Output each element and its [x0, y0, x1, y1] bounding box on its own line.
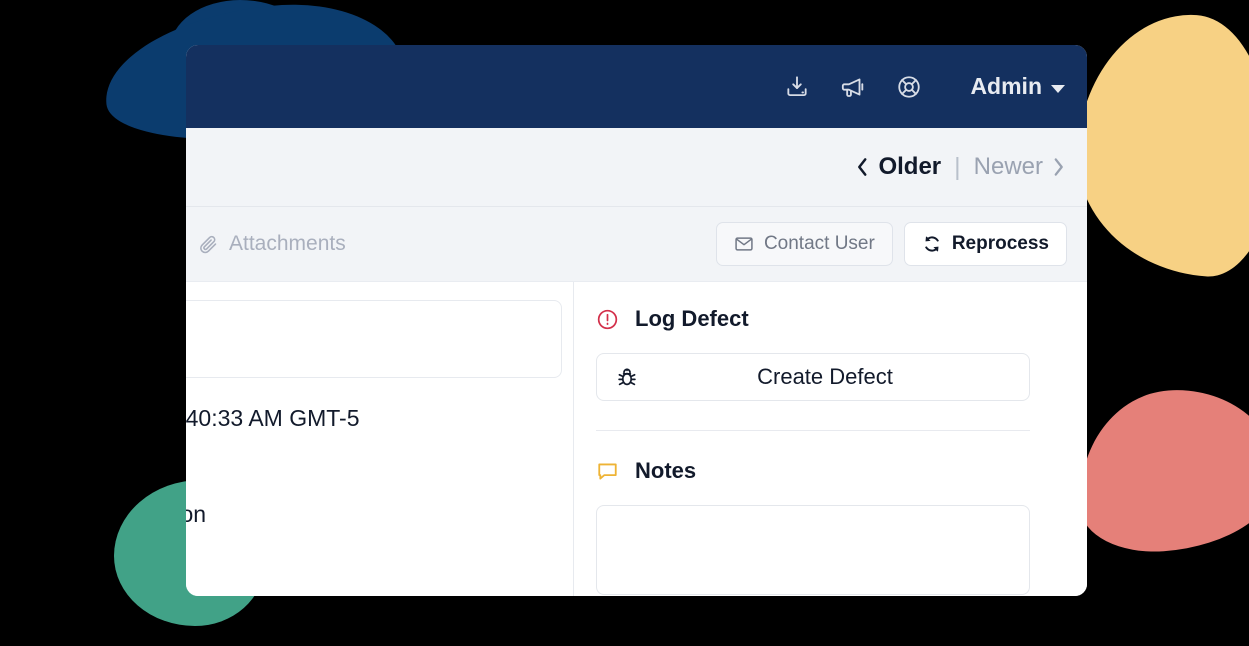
red-blob	[1072, 383, 1249, 557]
admin-account-label: Admin	[970, 73, 1042, 99]
comment-icon	[596, 460, 619, 483]
detail-field-reference-id: 000005	[186, 455, 588, 478]
chevron-down-icon	[1051, 84, 1065, 93]
detail-field-timestamp: -02-2023 8:40:33 AM GMT-5	[186, 405, 360, 431]
paperclip-icon	[198, 234, 219, 255]
envelope-icon	[734, 234, 754, 254]
pager-separator: |	[954, 152, 961, 181]
notes-title: Notes	[635, 458, 697, 483]
reprocess-button[interactable]: Reprocess	[903, 222, 1067, 266]
notes-section-header: Notes	[596, 458, 1030, 484]
log-defect-section-header: Log Defect	[596, 306, 1030, 332]
log-defect-title: Log Defect	[635, 306, 749, 331]
newer-record-button[interactable]: Newer	[974, 153, 1067, 181]
record-body: -02-2023 8:40:33 AM GMT-5 000005 cess vi…	[186, 282, 1087, 596]
reprocess-label: Reprocess	[951, 233, 1049, 254]
newer-record-label: Newer	[973, 153, 1043, 180]
record-action-buttons: Contact User Reprocess	[715, 222, 1067, 266]
lifebuoy-icon[interactable]	[896, 74, 922, 100]
bug-icon	[615, 365, 639, 389]
notes-input[interactable]	[596, 505, 1030, 595]
record-detail-pane: -02-2023 8:40:33 AM GMT-5 000005 cess vi…	[186, 282, 574, 596]
record-pager-bar: Older | Newer	[186, 128, 1087, 207]
section-divider	[596, 430, 1030, 431]
older-record-label: Older	[878, 153, 942, 180]
detail-summary-card	[186, 300, 562, 378]
topbar-actions: Admin	[784, 73, 1065, 100]
top-navigation-bar: Admin	[186, 45, 1087, 128]
tabs-and-actions-bar: Attachments Contact User Reprocess	[186, 207, 1087, 282]
older-record-button[interactable]: Older	[854, 153, 941, 181]
megaphone-icon[interactable]	[840, 74, 866, 100]
alert-circle-icon	[596, 308, 619, 331]
record-actions-pane: Log Defect Create Defect Notes	[574, 282, 1087, 596]
download-icon[interactable]	[784, 74, 810, 100]
detail-field-list: -02-2023 8:40:33 AM GMT-5 000005 cess vi…	[186, 407, 588, 551]
record-pager: Older | Newer	[854, 153, 1067, 182]
chevron-left-icon	[854, 154, 870, 180]
contact-user-label: Contact User	[763, 233, 875, 254]
contact-user-button[interactable]: Contact User	[715, 222, 893, 266]
screenshot-stage: Admin Older | Newer Attachments Contact …	[0, 0, 1249, 646]
tab-attachments[interactable]: Attachments	[198, 232, 346, 256]
app-window: Admin Older | Newer Attachments Contact …	[186, 45, 1087, 596]
chevron-right-icon	[1051, 154, 1067, 180]
create-defect-label: Create Defect	[757, 364, 893, 389]
create-defect-button[interactable]: Create Defect	[596, 353, 1030, 401]
refresh-icon	[922, 234, 942, 254]
detail-field-error-description: cess violation	[186, 501, 207, 527]
tab-attachments-label: Attachments	[229, 232, 346, 255]
yellow-blob	[1069, 7, 1249, 281]
admin-account-menu[interactable]: Admin	[970, 73, 1065, 100]
